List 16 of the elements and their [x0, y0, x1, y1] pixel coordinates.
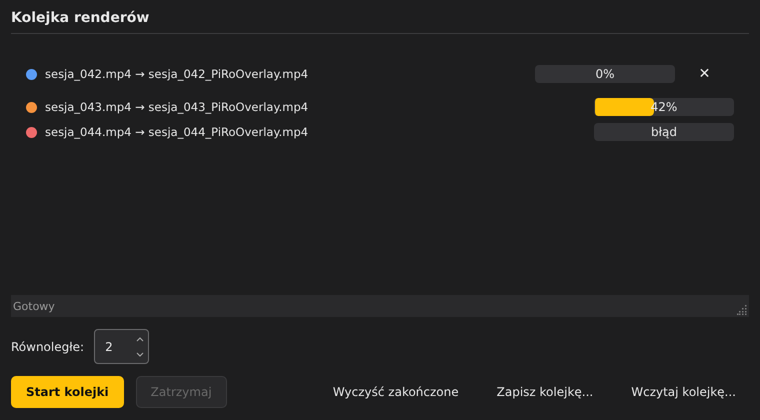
action-button[interactable]: Start kolejki — [11, 376, 124, 408]
parallel-spinbox[interactable]: 2 — [94, 329, 150, 364]
resize-grip-icon[interactable] — [737, 305, 747, 315]
close-button[interactable]: ✕ — [694, 66, 714, 82]
action-button[interactable]: Zapisz kolejkę... — [484, 376, 606, 408]
action-button[interactable]: Wyczyść zakończone — [320, 376, 472, 408]
status-text: Gotowy — [13, 300, 55, 312]
window-title: Kolejka renderów — [11, 0, 749, 34]
progress-reading: błąd — [650, 124, 678, 141]
spin-arrows-icon[interactable] — [136, 336, 144, 358]
progress-reading: 0% — [594, 66, 616, 83]
action-button[interactable]: Wczytaj kolejkę... — [618, 376, 749, 408]
job-name: sesja_042.mp4 → sesja_042_PiRoOverlay.mp4 — [45, 67, 310, 81]
job-name: sesja_043.mp4 → sesja_043_PiRoOverlay.mp4 — [45, 100, 310, 114]
parallel-label: Równoległe: — [11, 340, 84, 354]
job-name: sesja_044.mp4 → sesja_044_PiRoOverlay.mp4 — [45, 125, 310, 139]
